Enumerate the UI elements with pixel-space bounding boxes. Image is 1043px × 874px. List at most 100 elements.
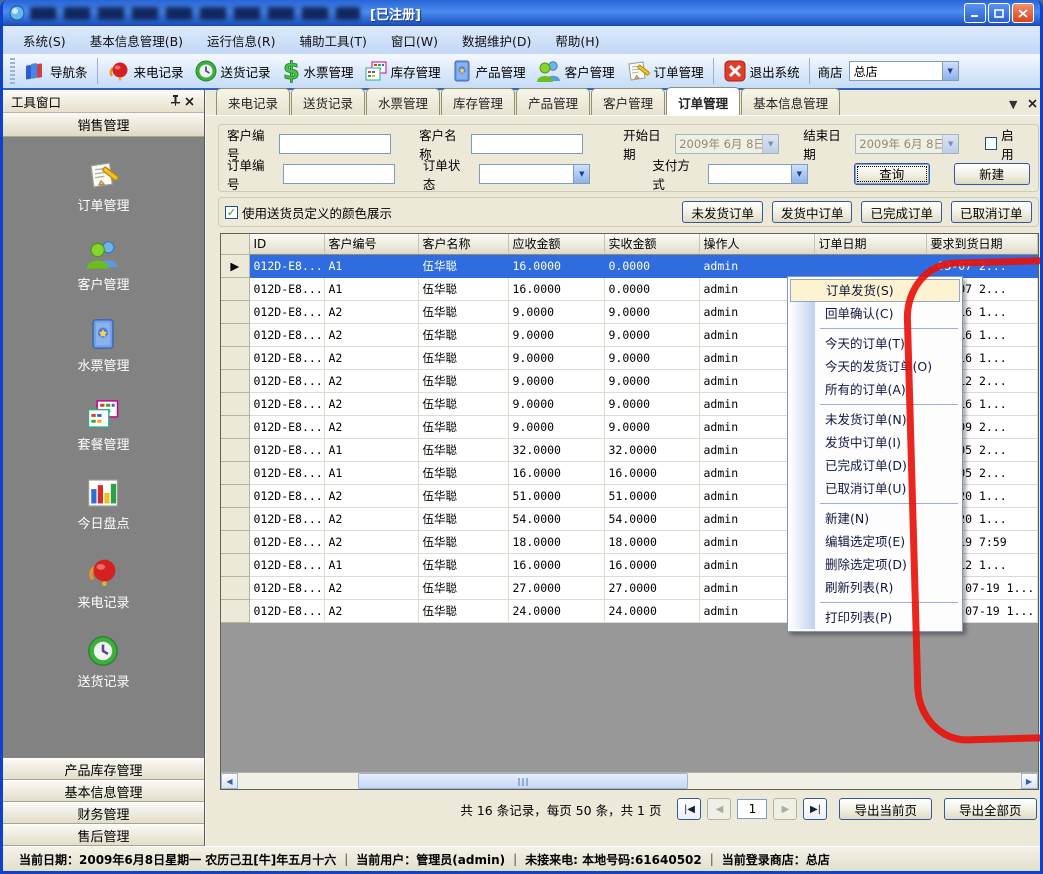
column-header[interactable]: 客户名称 bbox=[418, 234, 508, 254]
column-header[interactable]: 实收金额 bbox=[604, 234, 699, 254]
tab-订单管理[interactable]: 订单管理 bbox=[666, 87, 740, 115]
chevron-down-icon[interactable]: ▼ bbox=[573, 165, 589, 183]
row-selector-cell[interactable] bbox=[221, 530, 249, 553]
sidebar-item-delivery-record[interactable]: 送货记录 bbox=[77, 635, 129, 690]
shop-select[interactable]: 总店 ▼ bbox=[849, 61, 959, 81]
context-menu-item[interactable]: 今天的发货订单(O) bbox=[790, 355, 960, 378]
context-menu-item[interactable]: 刷新列表(R) bbox=[790, 576, 960, 599]
start-date-picker[interactable]: 2009年 6月 8日 ▼ bbox=[675, 134, 779, 154]
context-menu-item[interactable]: 删除选定项(D) bbox=[790, 553, 960, 576]
tab-库存管理[interactable]: 库存管理 bbox=[441, 88, 515, 115]
context-menu-item[interactable]: 打印列表(P) bbox=[790, 606, 960, 629]
last-page-button[interactable]: ▶| bbox=[803, 798, 827, 820]
minimize-button[interactable] bbox=[964, 3, 986, 23]
prev-page-button[interactable]: ◀ bbox=[707, 798, 731, 820]
sidebar-panel[interactable]: 售后管理 bbox=[3, 824, 204, 846]
toolbar-inventory-button[interactable]: 库存管理 bbox=[359, 58, 446, 84]
export-current-page-button[interactable]: 导出当前页 bbox=[839, 798, 932, 820]
row-selector-cell[interactable] bbox=[221, 277, 249, 300]
tab-基本信息管理[interactable]: 基本信息管理 bbox=[741, 88, 840, 115]
row-selector-cell[interactable]: ▶ bbox=[221, 254, 249, 277]
scroll-right-icon[interactable]: ▶ bbox=[1021, 773, 1038, 789]
order-no-input[interactable] bbox=[283, 164, 395, 184]
status-filter-button[interactable]: 发货中订单 bbox=[772, 201, 853, 223]
menu-item[interactable]: 运行信息(R) bbox=[197, 28, 285, 53]
tab-客户管理[interactable]: 客户管理 bbox=[591, 88, 665, 115]
sidebar-item-combo-mgmt[interactable]: 套餐管理 bbox=[77, 398, 129, 453]
toolbar-water-ticket-button[interactable]: $ 水票管理 bbox=[276, 57, 359, 85]
customer-no-input[interactable] bbox=[279, 134, 391, 154]
maximize-button[interactable] bbox=[988, 3, 1010, 23]
context-menu-item[interactable]: 已完成订单(D) bbox=[790, 454, 960, 477]
scroll-left-icon[interactable]: ◀ bbox=[221, 773, 238, 789]
toolbar-navigator-button[interactable]: 导航条 bbox=[18, 58, 93, 84]
chevron-down-icon[interactable]: ▼ bbox=[942, 135, 958, 153]
new-button[interactable]: 新建 bbox=[954, 163, 1030, 185]
row-selector-cell[interactable] bbox=[221, 415, 249, 438]
sidebar-item-order-mgmt[interactable]: 订单管理 bbox=[77, 159, 129, 214]
sidebar-item-water-ticket-mgmt[interactable]: 水票管理 bbox=[77, 317, 129, 374]
order-status-select[interactable]: ▼ bbox=[479, 164, 591, 184]
first-page-button[interactable]: |◀ bbox=[677, 798, 701, 820]
context-menu-item[interactable]: 未发货订单(N) bbox=[790, 408, 960, 431]
sidebar-panel[interactable]: 产品库存管理 bbox=[3, 758, 204, 780]
pay-method-select[interactable]: ▼ bbox=[708, 164, 808, 184]
row-selector-cell[interactable] bbox=[221, 438, 249, 461]
row-selector-cell[interactable] bbox=[221, 461, 249, 484]
column-header[interactable]: 要求到货日期 bbox=[926, 234, 1037, 254]
column-header[interactable]: 操作人 bbox=[699, 234, 814, 254]
toolbar-product-button[interactable]: 产品管理 bbox=[446, 57, 531, 85]
menu-item[interactable]: 基本信息管理(B) bbox=[80, 28, 193, 53]
row-selector-cell[interactable] bbox=[221, 507, 249, 530]
next-page-button[interactable]: ▶ bbox=[773, 798, 797, 820]
row-selector-cell[interactable] bbox=[221, 599, 249, 622]
row-selector-cell[interactable] bbox=[221, 346, 249, 369]
toolbar-call-record-button[interactable]: 来电记录 bbox=[102, 58, 189, 84]
row-selector-cell[interactable] bbox=[221, 323, 249, 346]
scrollbar-track[interactable] bbox=[238, 773, 1021, 789]
sidebar-item-daily-inventory[interactable]: 今日盘点 bbox=[77, 477, 129, 532]
status-filter-button[interactable]: 已取消订单 bbox=[951, 201, 1032, 223]
column-header[interactable]: ID bbox=[249, 234, 324, 254]
context-menu-item[interactable]: 编辑选定项(E) bbox=[790, 530, 960, 553]
chevron-down-icon[interactable]: ▼ bbox=[942, 62, 958, 80]
tab-水票管理[interactable]: 水票管理 bbox=[366, 88, 440, 115]
color-display-checkbox[interactable]: ✓ bbox=[225, 206, 238, 219]
toolbar-customer-button[interactable]: 客户管理 bbox=[531, 57, 620, 85]
menu-item[interactable]: 系统(S) bbox=[13, 28, 76, 53]
toolbar-exit-button[interactable]: 退出系统 bbox=[718, 58, 805, 84]
status-filter-button[interactable]: 已完成订单 bbox=[861, 201, 942, 223]
context-menu-item[interactable]: 发货中订单(I) bbox=[790, 431, 960, 454]
context-menu-item[interactable]: 今天的订单(T) bbox=[790, 332, 960, 355]
row-selector-cell[interactable] bbox=[221, 300, 249, 323]
close-panel-icon[interactable] bbox=[182, 94, 196, 109]
row-selector-cell[interactable] bbox=[221, 576, 249, 599]
row-selector-cell[interactable] bbox=[221, 369, 249, 392]
context-menu-item[interactable]: 新建(N) bbox=[790, 507, 960, 530]
row-selector-cell[interactable] bbox=[221, 484, 249, 507]
status-filter-button[interactable]: 未发货订单 bbox=[682, 201, 763, 223]
sidebar-item-customer-mgmt[interactable]: 客户管理 bbox=[77, 238, 129, 293]
close-button[interactable] bbox=[1012, 3, 1034, 23]
tab-产品管理[interactable]: 产品管理 bbox=[516, 88, 590, 115]
sidebar-panel[interactable]: 基本信息管理 bbox=[3, 780, 204, 802]
page-number-input[interactable] bbox=[737, 799, 767, 819]
sidebar-panel[interactable]: 财务管理 bbox=[3, 802, 204, 824]
row-selector-cell[interactable] bbox=[221, 392, 249, 415]
column-header[interactable]: 客户编号 bbox=[324, 234, 418, 254]
context-menu-item[interactable]: 订单发货(S) bbox=[790, 279, 960, 302]
tab-list-dropdown-icon[interactable]: ▼ bbox=[1009, 98, 1017, 111]
table-row[interactable]: ▶012D-E8...A1伍华聪16.00000.0000admin-03-07… bbox=[221, 254, 1037, 277]
menu-item[interactable]: 帮助(H) bbox=[545, 28, 609, 53]
customer-name-input[interactable] bbox=[471, 134, 583, 154]
menu-item[interactable]: 辅助工具(T) bbox=[290, 28, 377, 53]
menu-item[interactable]: 窗口(W) bbox=[381, 28, 448, 53]
export-all-pages-button[interactable]: 导出全部页 bbox=[944, 798, 1037, 820]
scrollbar-thumb[interactable] bbox=[358, 773, 688, 789]
sidebar-section-sales[interactable]: 销售管理 bbox=[3, 113, 204, 137]
sidebar-item-call-record[interactable]: 来电记录 bbox=[77, 556, 129, 611]
enable-checkbox[interactable] bbox=[985, 137, 997, 150]
context-menu-item[interactable]: 所有的订单(A) bbox=[790, 378, 960, 401]
toolbar-delivery-record-button[interactable]: 送货记录 bbox=[189, 58, 276, 84]
horizontal-scrollbar[interactable]: ◀ ▶ bbox=[221, 772, 1038, 789]
